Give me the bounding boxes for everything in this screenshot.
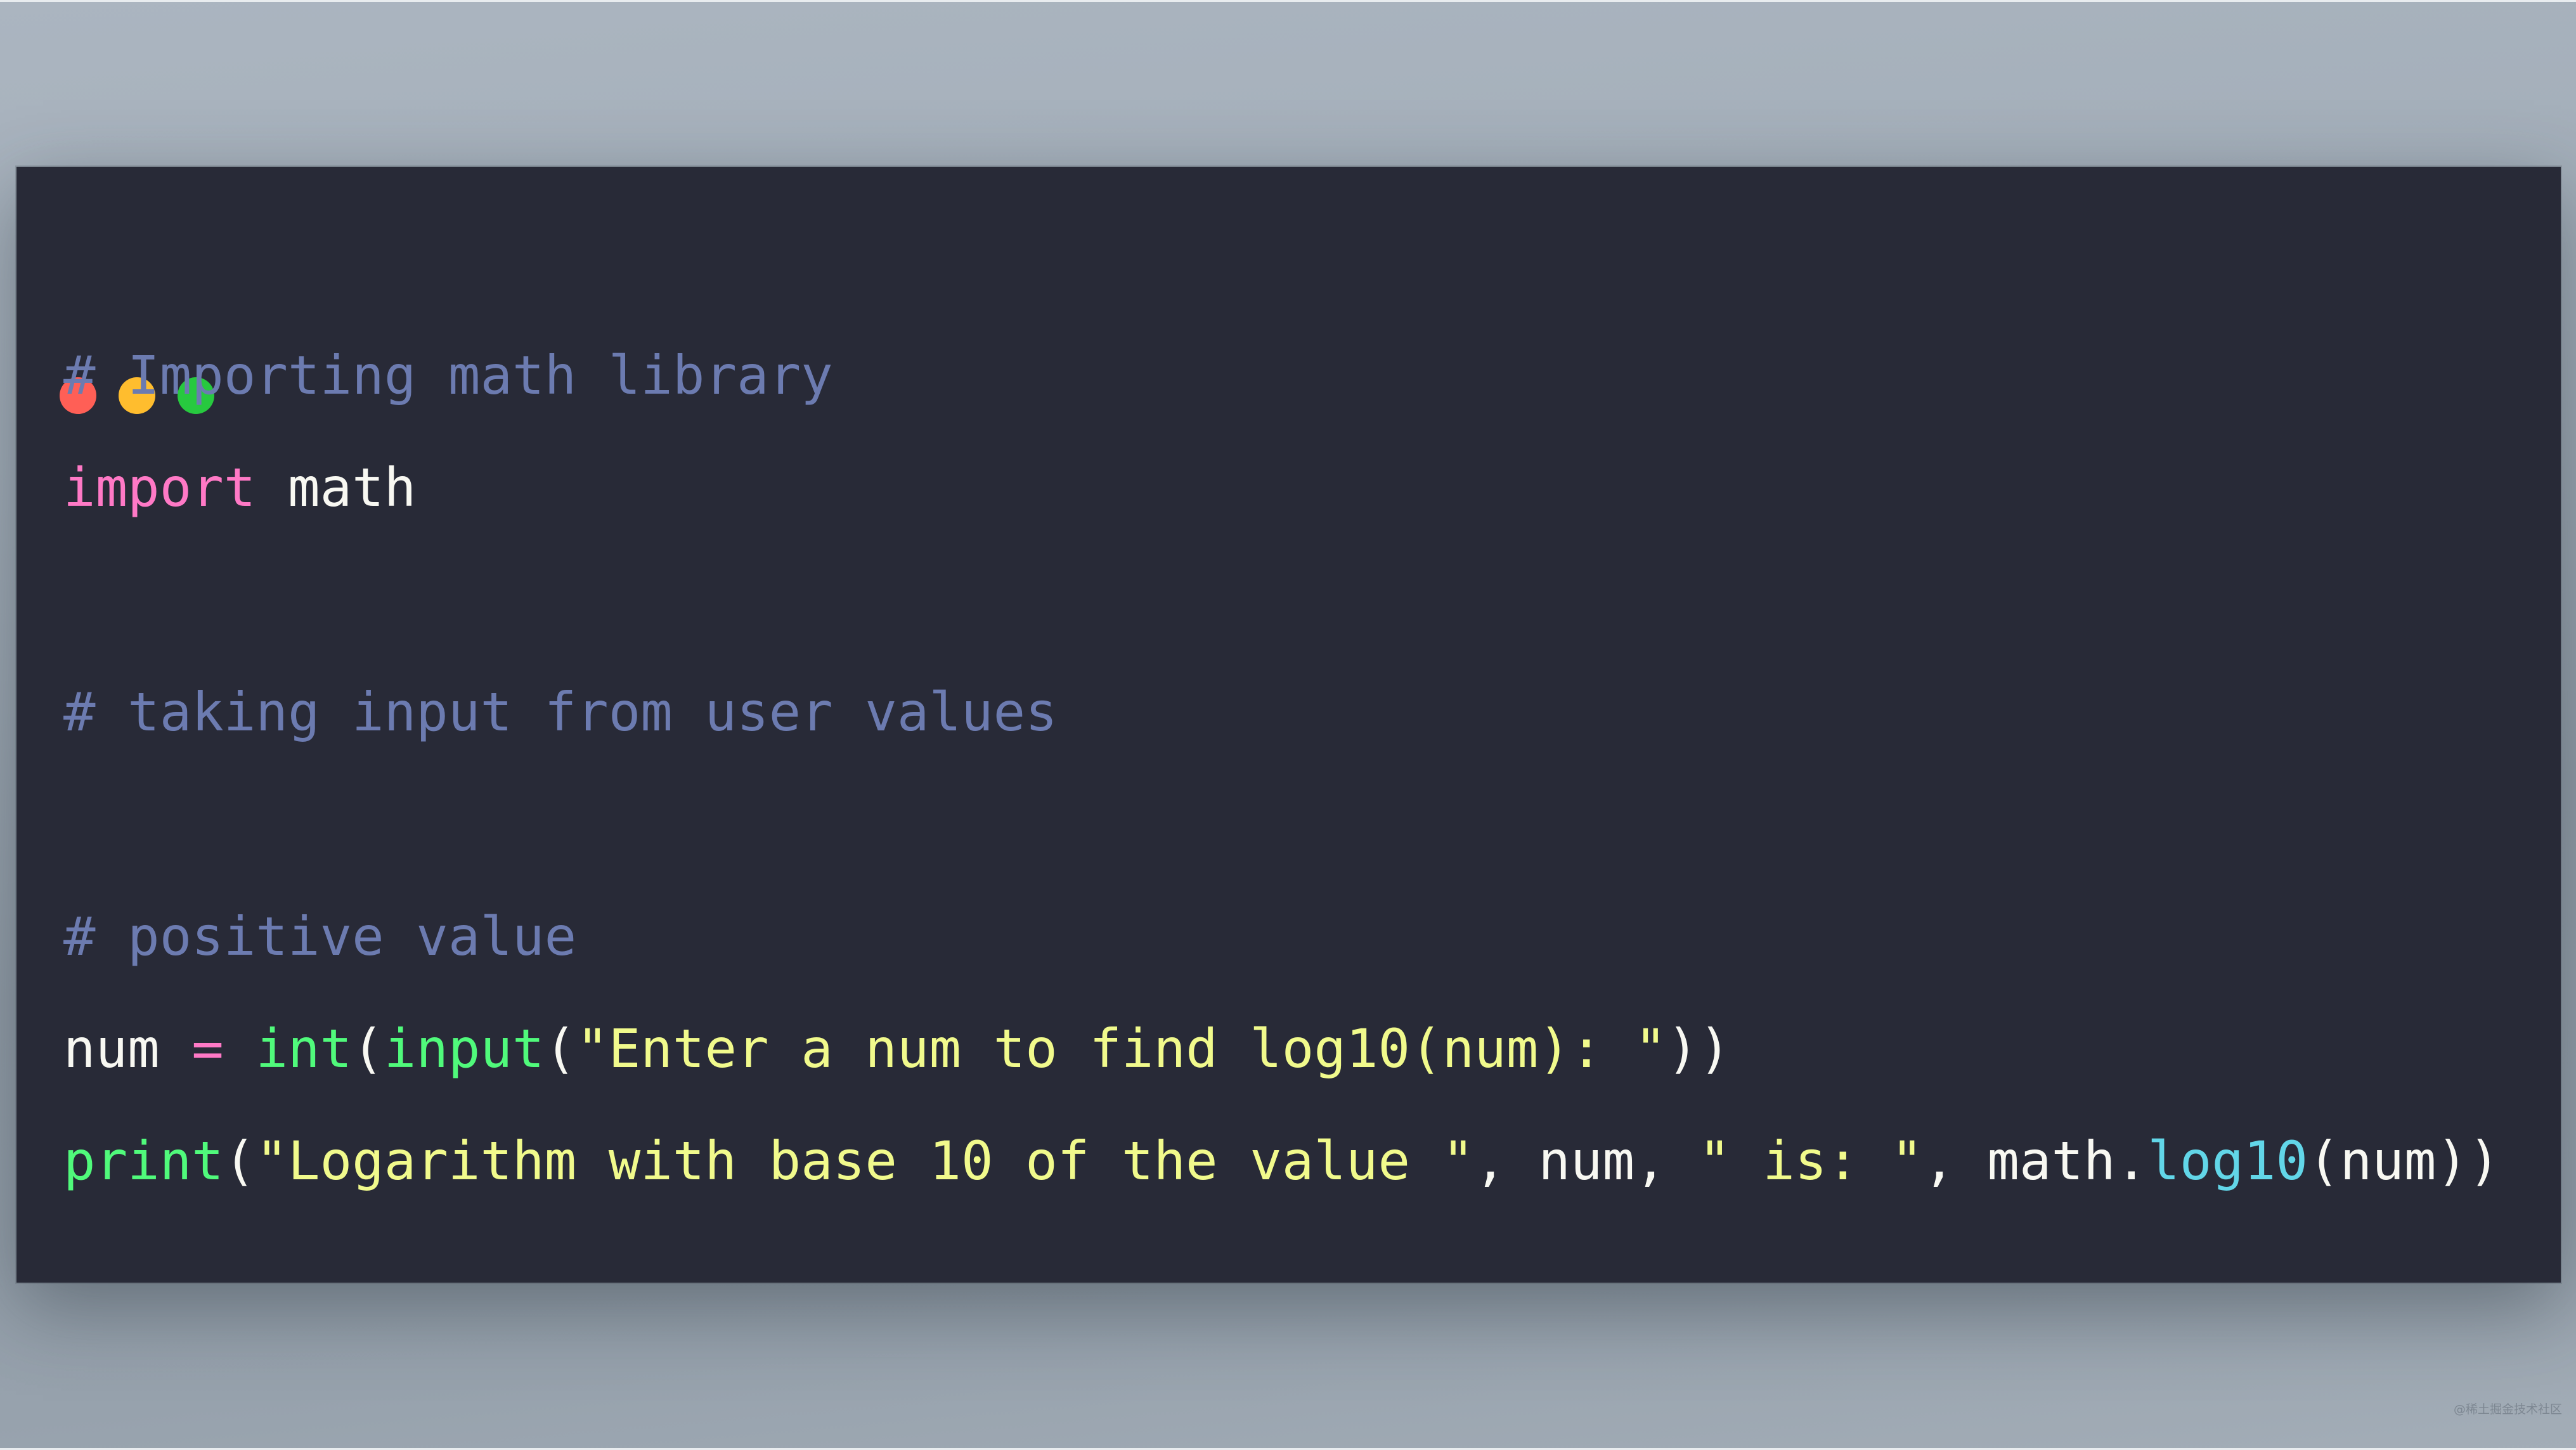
code-line: num = int(input("Enter a num to find log… (63, 993, 2501, 1105)
code-token-ident: math (256, 456, 417, 519)
code-token-string: "Logarithm with base 10 of the value " (256, 1130, 1475, 1192)
top-border (0, 0, 2576, 2)
code-window: # Importing math library import math # ta… (16, 167, 2561, 1283)
code-line: import math (63, 432, 2501, 544)
watermark: @稀土掘金技术社区 (2453, 1402, 2562, 1416)
code-token-string: "Enter a num to find log10(num): " (576, 1018, 1667, 1080)
code-token-keyword: import (63, 456, 256, 519)
code-token-comment: # Importing math library (63, 344, 833, 406)
code-token-comment: # positive value (63, 905, 577, 968)
code-token-builtin: int (256, 1018, 353, 1080)
code-token-op: = (191, 1018, 224, 1080)
code-token-punct: ( (223, 1130, 256, 1192)
code-token-punct: )) (1666, 1018, 1731, 1080)
code-token-punct: , math. (1923, 1130, 2148, 1192)
code-token-punct: ( (352, 1018, 384, 1080)
code-token-comment: # taking input from user values (63, 681, 1058, 743)
code-line: # taking input from user values (63, 656, 2501, 768)
code-token-string: " is: " (1699, 1130, 1924, 1192)
code-token-builtin: print (63, 1130, 224, 1192)
code-line: # positive value (63, 881, 2501, 993)
code-token-punct: (num)) (2308, 1130, 2501, 1192)
code-token-method: log10 (2147, 1130, 2308, 1192)
code-token-builtin: input (384, 1018, 545, 1080)
code-line: print("Logarithm with base 10 of the val… (63, 1105, 2501, 1217)
code-token-ident: num (63, 1018, 192, 1080)
code-block: # Importing math library import math # ta… (63, 320, 2501, 1217)
code-token-punct: ( (544, 1018, 577, 1080)
code-token-punct: , num, (1474, 1130, 1699, 1192)
code-line: # Importing math library (63, 320, 2501, 432)
code-token-ident (224, 1018, 256, 1080)
